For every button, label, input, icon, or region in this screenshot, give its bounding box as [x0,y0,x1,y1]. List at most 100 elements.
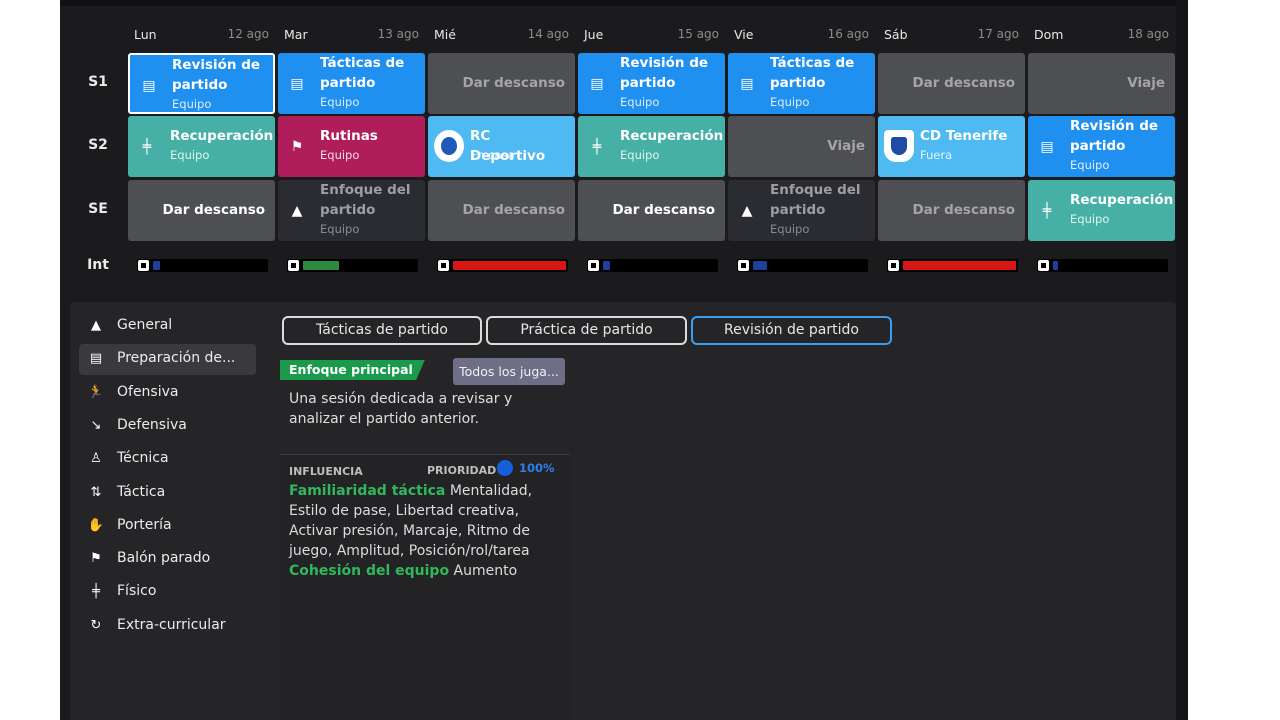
session-cell-s1[interactable]: ▤ Revisión de partido Equipo [128,53,275,114]
training-schedule-window: Lun 12 ago Mar 13 ago Mié 14 ago Jue 15 ago Vie 1… [60,0,1188,720]
running-player-icon: 🏃 [87,384,105,400]
intensity-fill [1053,261,1058,270]
session-cell-s1[interactable]: ▤ Tácticas de partido Equipo [728,53,875,114]
sidebar-item-general[interactable]: ▲ General [79,311,256,342]
session-cell-se[interactable]: ▲ Enfoque del partido Equipo [728,180,875,241]
sidebar-item-físico[interactable]: ╪ Físico [79,577,256,608]
intensity-icon [288,260,299,271]
day-name: Lun [134,27,157,42]
session-cell-s1[interactable]: Dar descanso [428,53,575,114]
clipboard-icon: ▤ [1040,139,1054,155]
session-title: Dar descanso [612,202,715,218]
session-title: Dar descanso [462,202,565,218]
session-cell-s2[interactable]: RC Deportivo En casa [428,116,575,177]
priority-dot-icon [497,460,513,476]
session-cell-s2[interactable]: ⚑ Rutinas Equipo [278,116,425,177]
intensity-icon [738,260,749,271]
session-cell-se[interactable]: Dar descanso [428,180,575,241]
sidebar-item-portería[interactable]: ✋ Portería [79,511,256,542]
goalkeeper-icon: ✋ [87,517,105,533]
clipboard-icon: ▤ [590,76,604,92]
day-name: Sáb [884,27,908,42]
intensity-bar [587,259,718,272]
influence-name: Cohesión del equipo [289,563,450,579]
intensity-icon [888,260,899,271]
set-piece-icon: ⚑ [290,139,304,155]
day-header: Jue 15 ago [578,24,725,44]
session-title: Recuperación [620,128,724,144]
dumbbell-icon: ╪ [92,584,100,600]
session-cell-s1[interactable]: ▤ Revisión de partido Equipo [578,53,725,114]
session-cell-se[interactable]: Dar descanso [128,180,275,241]
influence-value: Aumento [453,563,518,579]
intensity-bar [887,259,1018,272]
intensity-fill [303,261,339,270]
cone-icon: ▲ [291,203,303,219]
session-cell-se[interactable]: Dar descanso [878,180,1025,241]
intensity-fill [603,261,610,270]
session-cell-s2[interactable]: ╪ Recuperación Equipo [128,116,275,177]
session-cell-s1[interactable]: ▤ Tácticas de partido Equipo [278,53,425,114]
tab-practica-de-partido[interactable]: Práctica de partido [486,316,687,345]
session-subtitle: Equipo [170,148,210,162]
crest-inner [891,137,907,155]
sidebar-item-label: Extra-curricular [117,616,226,633]
clipboard-icon: ▤ [142,78,156,94]
session-subtitle: Equipo [770,222,810,236]
session-cell-s1[interactable]: Dar descanso [878,53,1025,114]
session-title: Viaje [827,138,865,154]
dumbbell-icon: ╪ [592,139,602,155]
sidebar-item-label: Portería [117,516,172,533]
sidebar-item-táctica[interactable]: ⇅ Táctica [79,478,256,509]
intensity-bar [1037,259,1168,272]
sidebar-item-preparación-de[interactable]: ▤ Preparación de... [79,344,256,376]
session-cell-s1[interactable]: Viaje [1028,53,1175,114]
session-title: Dar descanso [462,75,565,91]
day-name: Jue [584,27,604,42]
cone-icon: ▲ [741,203,753,219]
crest-inner [441,137,457,155]
session-title: Dar descanso [912,202,1015,218]
session-title: CD Tenerife [920,128,1008,144]
sidebar-item-balón-parado[interactable]: ⚑ Balón parado [79,544,256,575]
session-subtitle: Equipo [1070,158,1110,172]
session-subtitle: Equipo [620,95,660,109]
session-subtitle: Equipo [770,95,810,109]
sidebar-item-defensiva[interactable]: ↘ Defensiva [79,411,256,442]
intensity-fill [453,261,566,270]
intensity-icon [1038,260,1049,271]
influence-label: INFLUENCIA [289,465,363,478]
session-cell-s2[interactable]: ╪ Recuperación Equipo [578,116,725,177]
players-dropdown-button[interactable]: Todos los juga... [453,358,565,385]
session-cell-se[interactable]: Dar descanso [578,180,725,241]
right-edge-strip [1176,0,1188,720]
day-header: Dom 18 ago [1028,24,1175,44]
sidebar-item-label: Táctica [117,483,166,500]
sidebar-item-extra-curricular[interactable]: ↻ Extra-curricular [79,611,256,642]
session-cell-se[interactable]: ▲ Enfoque del partido Equipo [278,180,425,241]
session-title: Dar descanso [162,202,265,218]
sidebar-item-técnica[interactable]: ♙ Técnica [79,444,256,475]
day-name: Vie [734,27,754,42]
session-subtitle: Equipo [172,97,212,111]
tab-tacticas-de-partido[interactable]: Tácticas de partido [282,316,482,345]
day-date: 15 ago [677,27,719,41]
sidebar-item-ofensiva[interactable]: 🏃 Ofensiva [79,378,256,409]
session-title: Recuperación [170,128,274,144]
sidebar-item-label: Balón parado [117,550,211,567]
session-description: Una sesión dedicada a revisar y analizar… [289,391,513,427]
refresh-icon: ↻ [90,617,102,633]
clipboard-icon: ▤ [89,351,103,367]
priority-label: PRIORIDAD [427,464,497,477]
sidebar-item-label: Físico [117,583,157,600]
session-cell-s2[interactable]: ▤ Revisión de partido Equipo [1028,116,1175,177]
session-cell-se[interactable]: ╪ Recuperación Equipo [1028,180,1175,241]
session-cell-s2[interactable]: Viaje [728,116,875,177]
focus-badge: Enfoque principal [280,360,425,380]
tab-revision-de-partido[interactable]: Revisión de partido [691,316,892,345]
sidebar-item-label: Técnica [117,450,169,467]
session-cell-s2[interactable]: CD Tenerife Fuera [878,116,1025,177]
sidebar-item-label: Ofensiva [117,383,179,400]
intensity-bar [137,259,268,272]
session-title: Revisión de partido [620,55,709,91]
